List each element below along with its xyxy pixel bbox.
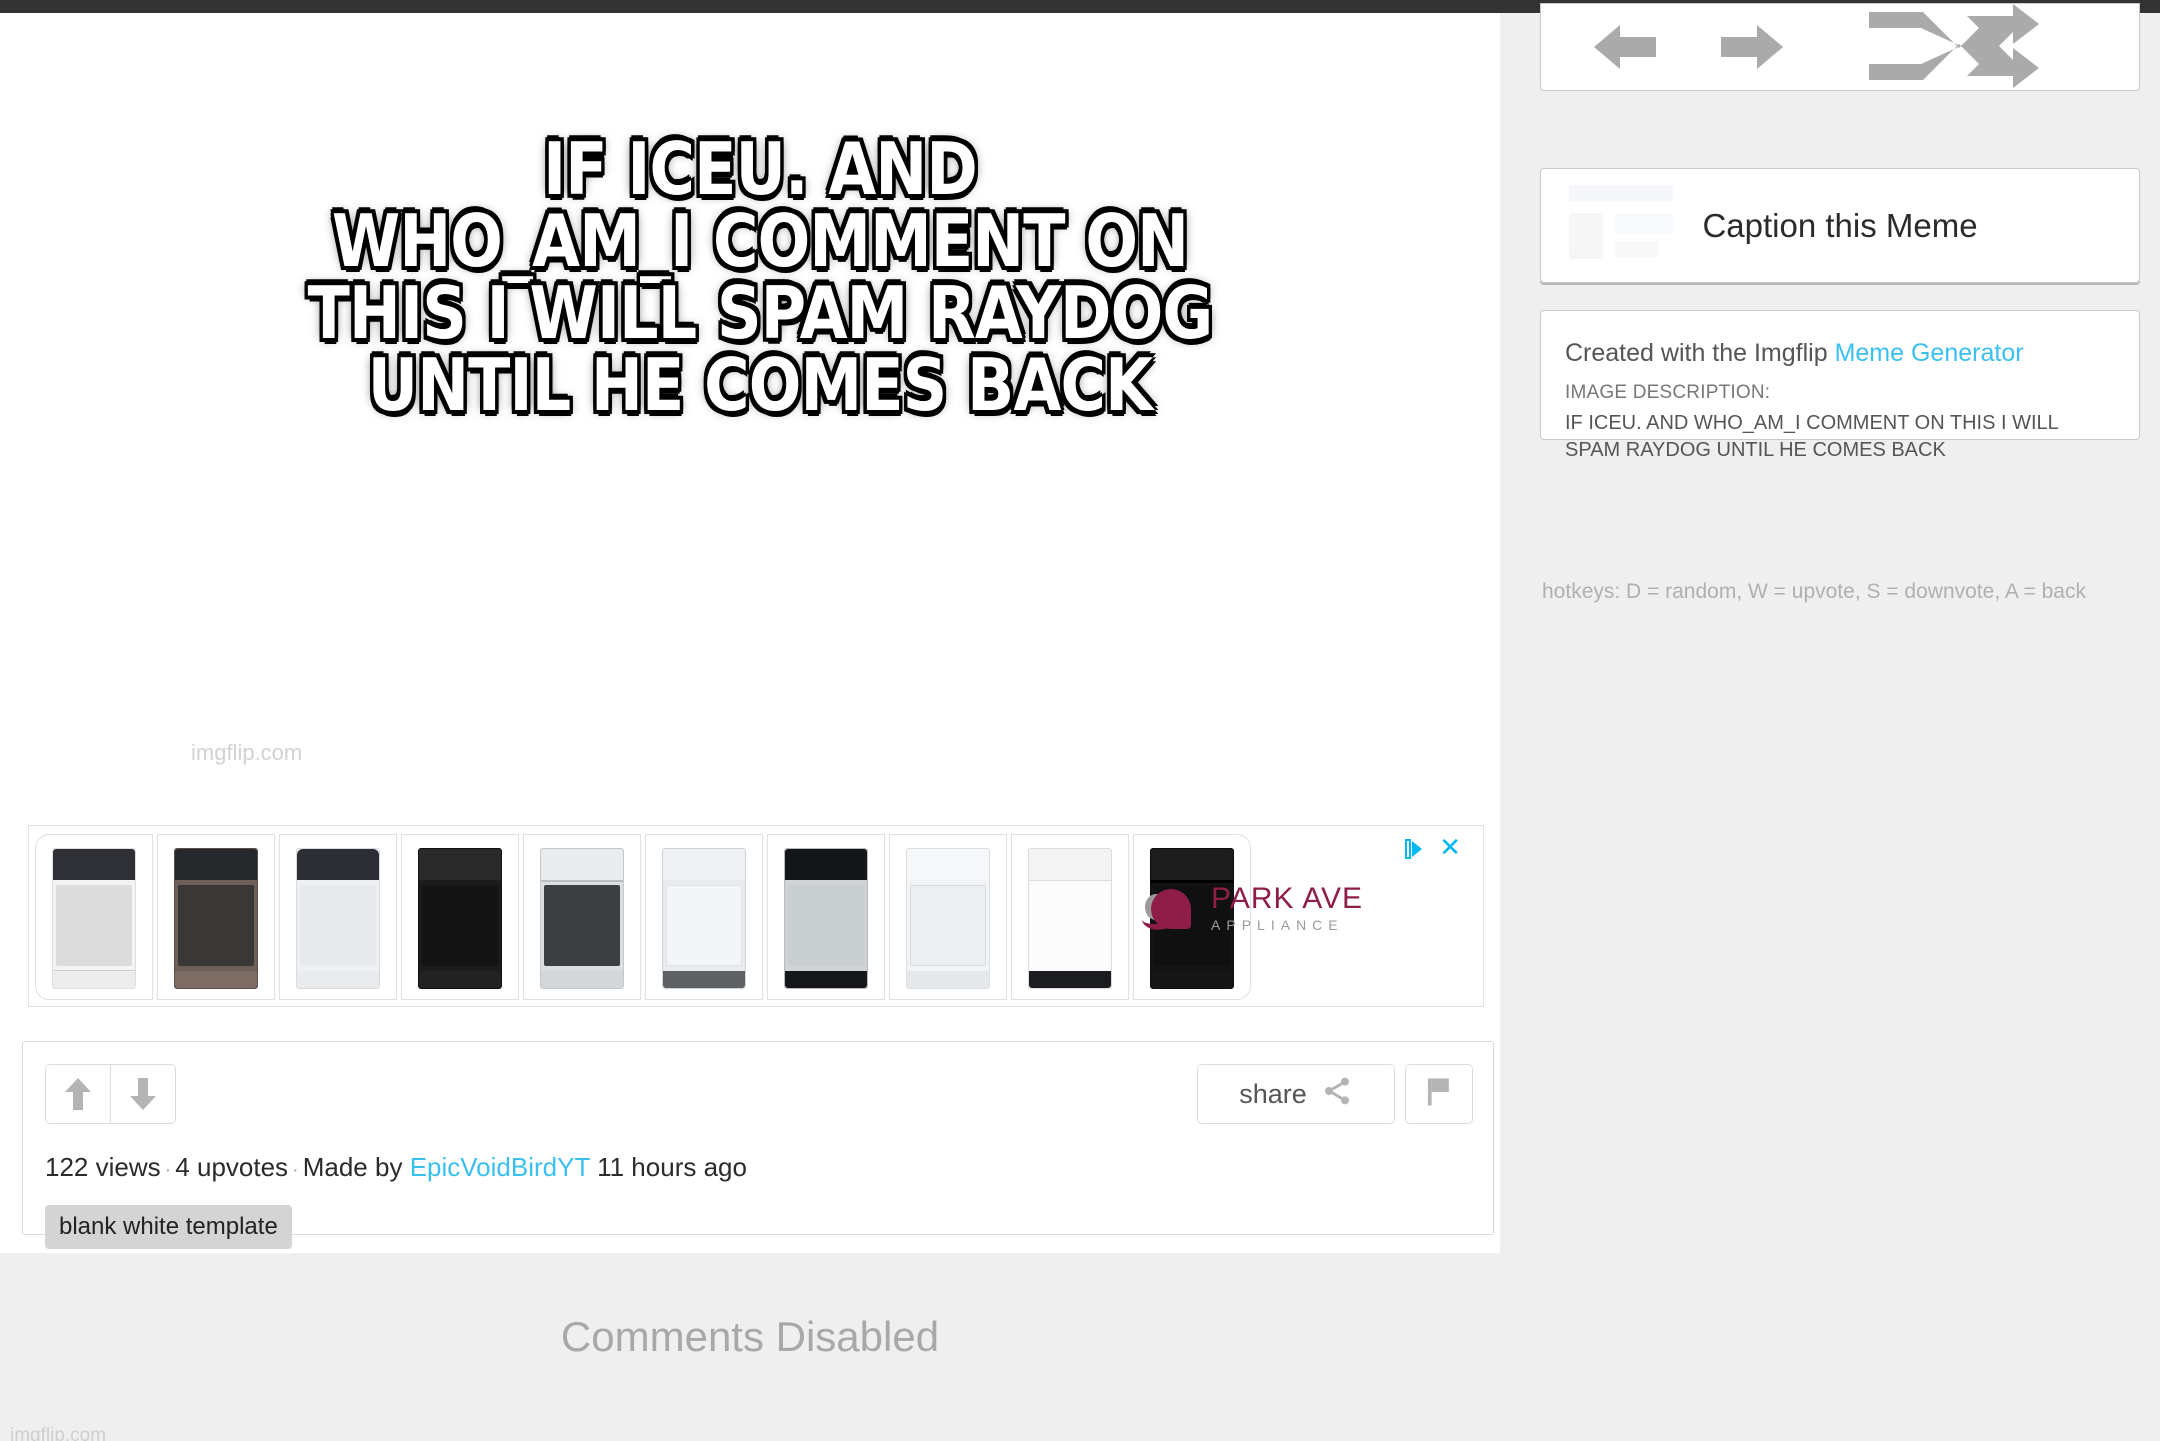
post-meta: 122 views · 4 upvotes · Made by EpicVoidBird… [45, 1152, 747, 1183]
ad-thumb-french-door-fridge[interactable] [645, 834, 763, 1000]
upvote-count: 4 upvotes [175, 1152, 289, 1182]
ad-thumb-gas-range-white[interactable] [35, 834, 153, 1000]
meme-navigation-panel [1540, 3, 2140, 91]
view-count: 122 views [45, 1152, 161, 1182]
upvote-button[interactable] [46, 1065, 110, 1123]
caption-button-label: Caption this Meme [1702, 206, 1978, 244]
share-flag-group: share [1197, 1064, 1473, 1124]
main-content-column: IF ICEU. AND WHO_AM_I COMMENT ON THIS I … [0, 13, 1500, 1441]
ad-thumb-dishwasher-white[interactable] [1011, 834, 1129, 1000]
flag-icon [1424, 1076, 1454, 1113]
ad-brand-subtitle: APPLIANCE [1211, 917, 1344, 933]
image-description-label: IMAGE DESCRIPTION: [1565, 382, 1771, 403]
created-with-label: Created with the Imgflip [1565, 339, 1828, 367]
adchoices-icon[interactable] [1403, 838, 1425, 860]
meme-watermark: imgflip.com [191, 740, 303, 765]
created-with-line: Created with the Imgflip Meme Generator [1565, 339, 2115, 368]
next-meme-button[interactable] [1681, 7, 1821, 87]
park-ave-logo-icon [1139, 885, 1201, 933]
arrow-right-icon [1721, 25, 1783, 69]
ad-thumb-gas-range-black[interactable] [401, 834, 519, 1000]
share-icon [1321, 1075, 1353, 1114]
meta-separator-1: · [164, 1159, 172, 1181]
comments-disabled-label: Comments Disabled [0, 1313, 1500, 1361]
advertisement-banner[interactable]: PARK AVE APPLIANCE ✕ [28, 825, 1484, 1007]
ad-thumb-column-refrigerator[interactable] [889, 834, 1007, 1000]
page-root: IF ICEU. AND WHO_AM_I COMMENT ON THIS I … [0, 0, 2160, 1441]
meme-caption-text: IF ICEU. AND WHO_AM_I COMMENT ON THIS I … [307, 127, 1213, 427]
ad-brand-name: PARK AVE [1211, 882, 1363, 915]
random-meme-button[interactable] [1851, 4, 2051, 88]
flag-button[interactable] [1405, 1064, 1473, 1124]
ad-product-thumbnails [35, 834, 1251, 1000]
share-button[interactable]: share [1197, 1064, 1395, 1124]
post-actions-panel: share 122 views · 4 upvotes · Made by Ep… [22, 1041, 1494, 1249]
ad-thumb-top-load-washer[interactable] [279, 834, 397, 1000]
arrow-down-icon [130, 1078, 156, 1110]
post-time: 11 hours ago [597, 1152, 747, 1182]
ad-thumb-dishwasher-stainless[interactable] [767, 834, 885, 1000]
previous-meme-button[interactable] [1571, 7, 1681, 87]
ad-brand-logo[interactable]: PARK AVE APPLIANCE [1139, 882, 1363, 933]
arrow-up-icon [65, 1078, 91, 1110]
arrow-left-icon [1594, 25, 1656, 69]
share-button-label: share [1239, 1078, 1307, 1109]
ad-thumb-slide-in-range-slate[interactable] [157, 834, 275, 1000]
caption-preview-thumbnail [1563, 179, 1683, 269]
template-tag[interactable]: blank white template [45, 1205, 292, 1249]
ad-thumb-pro-range-stainless[interactable] [523, 834, 641, 1000]
meme-generator-link[interactable]: Meme Generator [1835, 339, 2024, 367]
hotkeys-hint: hotkeys: D = random, W = upvote, S = dow… [1542, 580, 2086, 603]
comments-section: Comments Disabled [0, 1253, 1500, 1441]
meme-image[interactable]: IF ICEU. AND WHO_AM_I COMMENT ON THIS I … [183, 13, 1337, 788]
shuffle-icon [1869, 4, 2039, 88]
caption-this-meme-button[interactable]: Caption this Meme [1540, 168, 2140, 283]
image-description-text: IF ICEU. AND WHO_AM_I COMMENT ON THIS I … [1565, 412, 2059, 461]
meme-info-panel: Created with the Imgflip Meme Generator … [1540, 310, 2140, 461]
page-watermark: imgflip.com [10, 1425, 107, 1441]
made-by-label: Made by [302, 1152, 403, 1182]
meta-separator-2: · [292, 1159, 299, 1181]
ad-close-icon[interactable]: ✕ [1439, 834, 1461, 860]
author-link[interactable]: EpicVoidBirdYT [410, 1152, 590, 1182]
downvote-button[interactable] [110, 1065, 175, 1123]
vote-button-group [45, 1064, 176, 1124]
